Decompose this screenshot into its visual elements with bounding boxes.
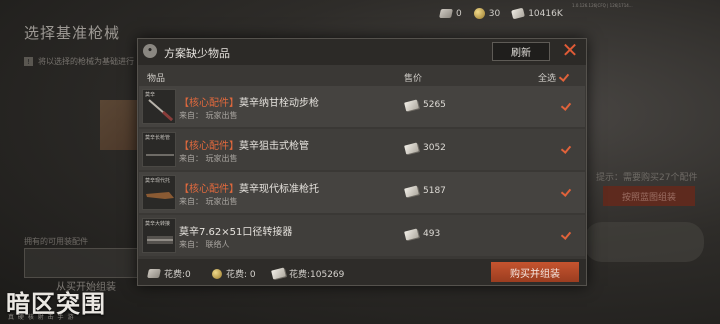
missing-items-dialog: • 方案缺少物品 刷新 ✕ 物品 售价 全选 莫辛 【核心配件】莫辛纳甘栓动步枪…	[137, 38, 587, 286]
row-checkbox[interactable]	[560, 230, 571, 241]
hint-row: ! 将以选择的枪械为基础进行	[24, 56, 134, 67]
fee-cards: 花费:0	[147, 267, 191, 280]
item-price: 493	[404, 228, 441, 240]
currency-cards: 0	[439, 8, 462, 19]
item-row[interactable]: 莫辛大转接 莫辛7.62×51口径转接器 来自： 联络人 493	[139, 215, 585, 256]
currency-bar: 0 30 10416K	[439, 7, 569, 20]
item-price-value: 3052	[423, 143, 446, 153]
bill-icon	[511, 7, 526, 20]
item-source: 来自： 玩家出售	[179, 197, 238, 206]
adapter-icon	[147, 236, 173, 244]
dialog-icon: •	[143, 44, 157, 58]
item-price: 5187	[404, 185, 446, 197]
build-info: 1.0.126.126|CFQ | 126|1714...	[572, 3, 633, 8]
column-item: 物品	[147, 74, 166, 84]
item-name-text: 莫辛狙击式枪管	[239, 141, 309, 152]
buy-and-assemble-button[interactable]: 购买并组装	[491, 262, 579, 282]
game-logo-subtitle: 真 硬 核 射 击 手 游	[8, 314, 75, 321]
bill-icon	[404, 228, 419, 240]
close-icon[interactable]: ✕	[560, 40, 580, 61]
currency-bills-value: 10416K	[528, 8, 563, 19]
column-price: 售价	[404, 74, 423, 84]
item-name: 【核心配件】莫辛纳甘栓动步枪	[179, 94, 319, 109]
blueprint-assemble-button[interactable]: 按照蓝图组装	[603, 186, 695, 206]
item-list: 莫辛 【核心配件】莫辛纳甘栓动步枪 来自： 玩家出售 5265 莫辛长枪管 【核…	[139, 86, 585, 258]
page-title: 选择基准枪械	[24, 24, 121, 42]
item-row[interactable]: 莫辛现代托 【核心配件】莫辛现代标准枪托 来自： 玩家出售 5187	[139, 172, 585, 213]
info-icon: !	[24, 57, 33, 66]
checkmark-icon	[558, 72, 569, 83]
select-all-label: 全选	[538, 74, 557, 84]
dialog-header: • 方案缺少物品 刷新 ✕	[138, 39, 586, 65]
item-source: 来自： 玩家出售	[179, 111, 238, 120]
coin-icon	[473, 8, 485, 19]
bill-icon	[404, 185, 419, 197]
item-source: 来自： 联络人	[179, 240, 230, 249]
item-price: 3052	[404, 142, 446, 154]
fee-cards-value: 花费:0	[164, 270, 191, 280]
fee-coins: 花费: 0	[212, 267, 256, 280]
fee-bills-value: 花费:105269	[289, 270, 345, 280]
dialog-title: 方案缺少物品	[164, 47, 230, 60]
item-thumbnail: 莫辛长枪管	[142, 132, 176, 167]
currency-bills: 10416K	[511, 7, 563, 20]
item-price-value: 493	[423, 229, 441, 239]
card-icon	[439, 9, 453, 18]
row-checkbox[interactable]	[560, 144, 571, 155]
currency-coins: 30	[473, 8, 501, 19]
core-part-tag: 【核心配件】	[179, 141, 239, 152]
core-part-tag: 【核心配件】	[179, 184, 239, 195]
rifle-icon	[148, 99, 173, 122]
hint-text: 将以选择的枪械为基础进行	[38, 57, 134, 66]
fee-bills: 花费:105269	[271, 267, 345, 280]
dialog-footer: 花费:0 花费: 0 花费:105269 购买并组装	[138, 259, 586, 285]
item-name-text: 莫辛7.62×51口径转接器	[179, 227, 293, 238]
item-name: 【核心配件】莫辛现代标准枪托	[179, 180, 319, 195]
item-name-text: 莫辛现代标准枪托	[239, 184, 319, 195]
stock-icon	[146, 192, 174, 199]
select-all-toggle[interactable]: 全选	[538, 71, 569, 84]
weapon-preview	[584, 222, 704, 262]
coin-icon	[212, 268, 222, 279]
item-price: 5265	[404, 99, 446, 111]
bill-icon	[271, 267, 286, 280]
start-assemble-button[interactable]	[24, 248, 150, 278]
item-name: 莫辛7.62×51口径转接器	[179, 223, 292, 238]
row-checkbox[interactable]	[560, 187, 571, 198]
barrel-icon	[146, 154, 174, 156]
row-checkbox[interactable]	[560, 101, 571, 112]
purchase-tip: 提示：需要购买27个配件	[596, 173, 698, 183]
item-row[interactable]: 莫辛长枪管 【核心配件】莫辛狙击式枪管 来自： 玩家出售 3052	[139, 129, 585, 170]
currency-coins-value: 30	[488, 8, 501, 19]
card-icon	[147, 269, 161, 278]
bill-icon	[404, 142, 419, 154]
column-headers: 物品 售价 全选	[138, 67, 586, 85]
core-part-tag: 【核心配件】	[179, 98, 239, 109]
item-thumbnail: 莫辛大转接	[142, 218, 176, 253]
bill-icon	[404, 99, 419, 111]
item-thumbnail: 莫辛现代托	[142, 175, 176, 210]
item-source: 来自： 玩家出售	[179, 154, 238, 163]
owned-parts-label: 拥有的可用装配件	[24, 237, 88, 246]
refresh-button[interactable]: 刷新	[492, 42, 550, 61]
item-row[interactable]: 莫辛 【核心配件】莫辛纳甘栓动步枪 来自： 玩家出售 5265	[139, 86, 585, 127]
item-name-text: 莫辛纳甘栓动步枪	[239, 98, 319, 109]
item-name: 【核心配件】莫辛狙击式枪管	[179, 137, 309, 152]
item-price-value: 5187	[423, 186, 446, 196]
item-thumbnail: 莫辛	[142, 89, 176, 124]
currency-cards-value: 0	[456, 8, 462, 19]
fee-coins-value: 花费: 0	[226, 270, 256, 280]
item-price-value: 5265	[423, 100, 446, 110]
